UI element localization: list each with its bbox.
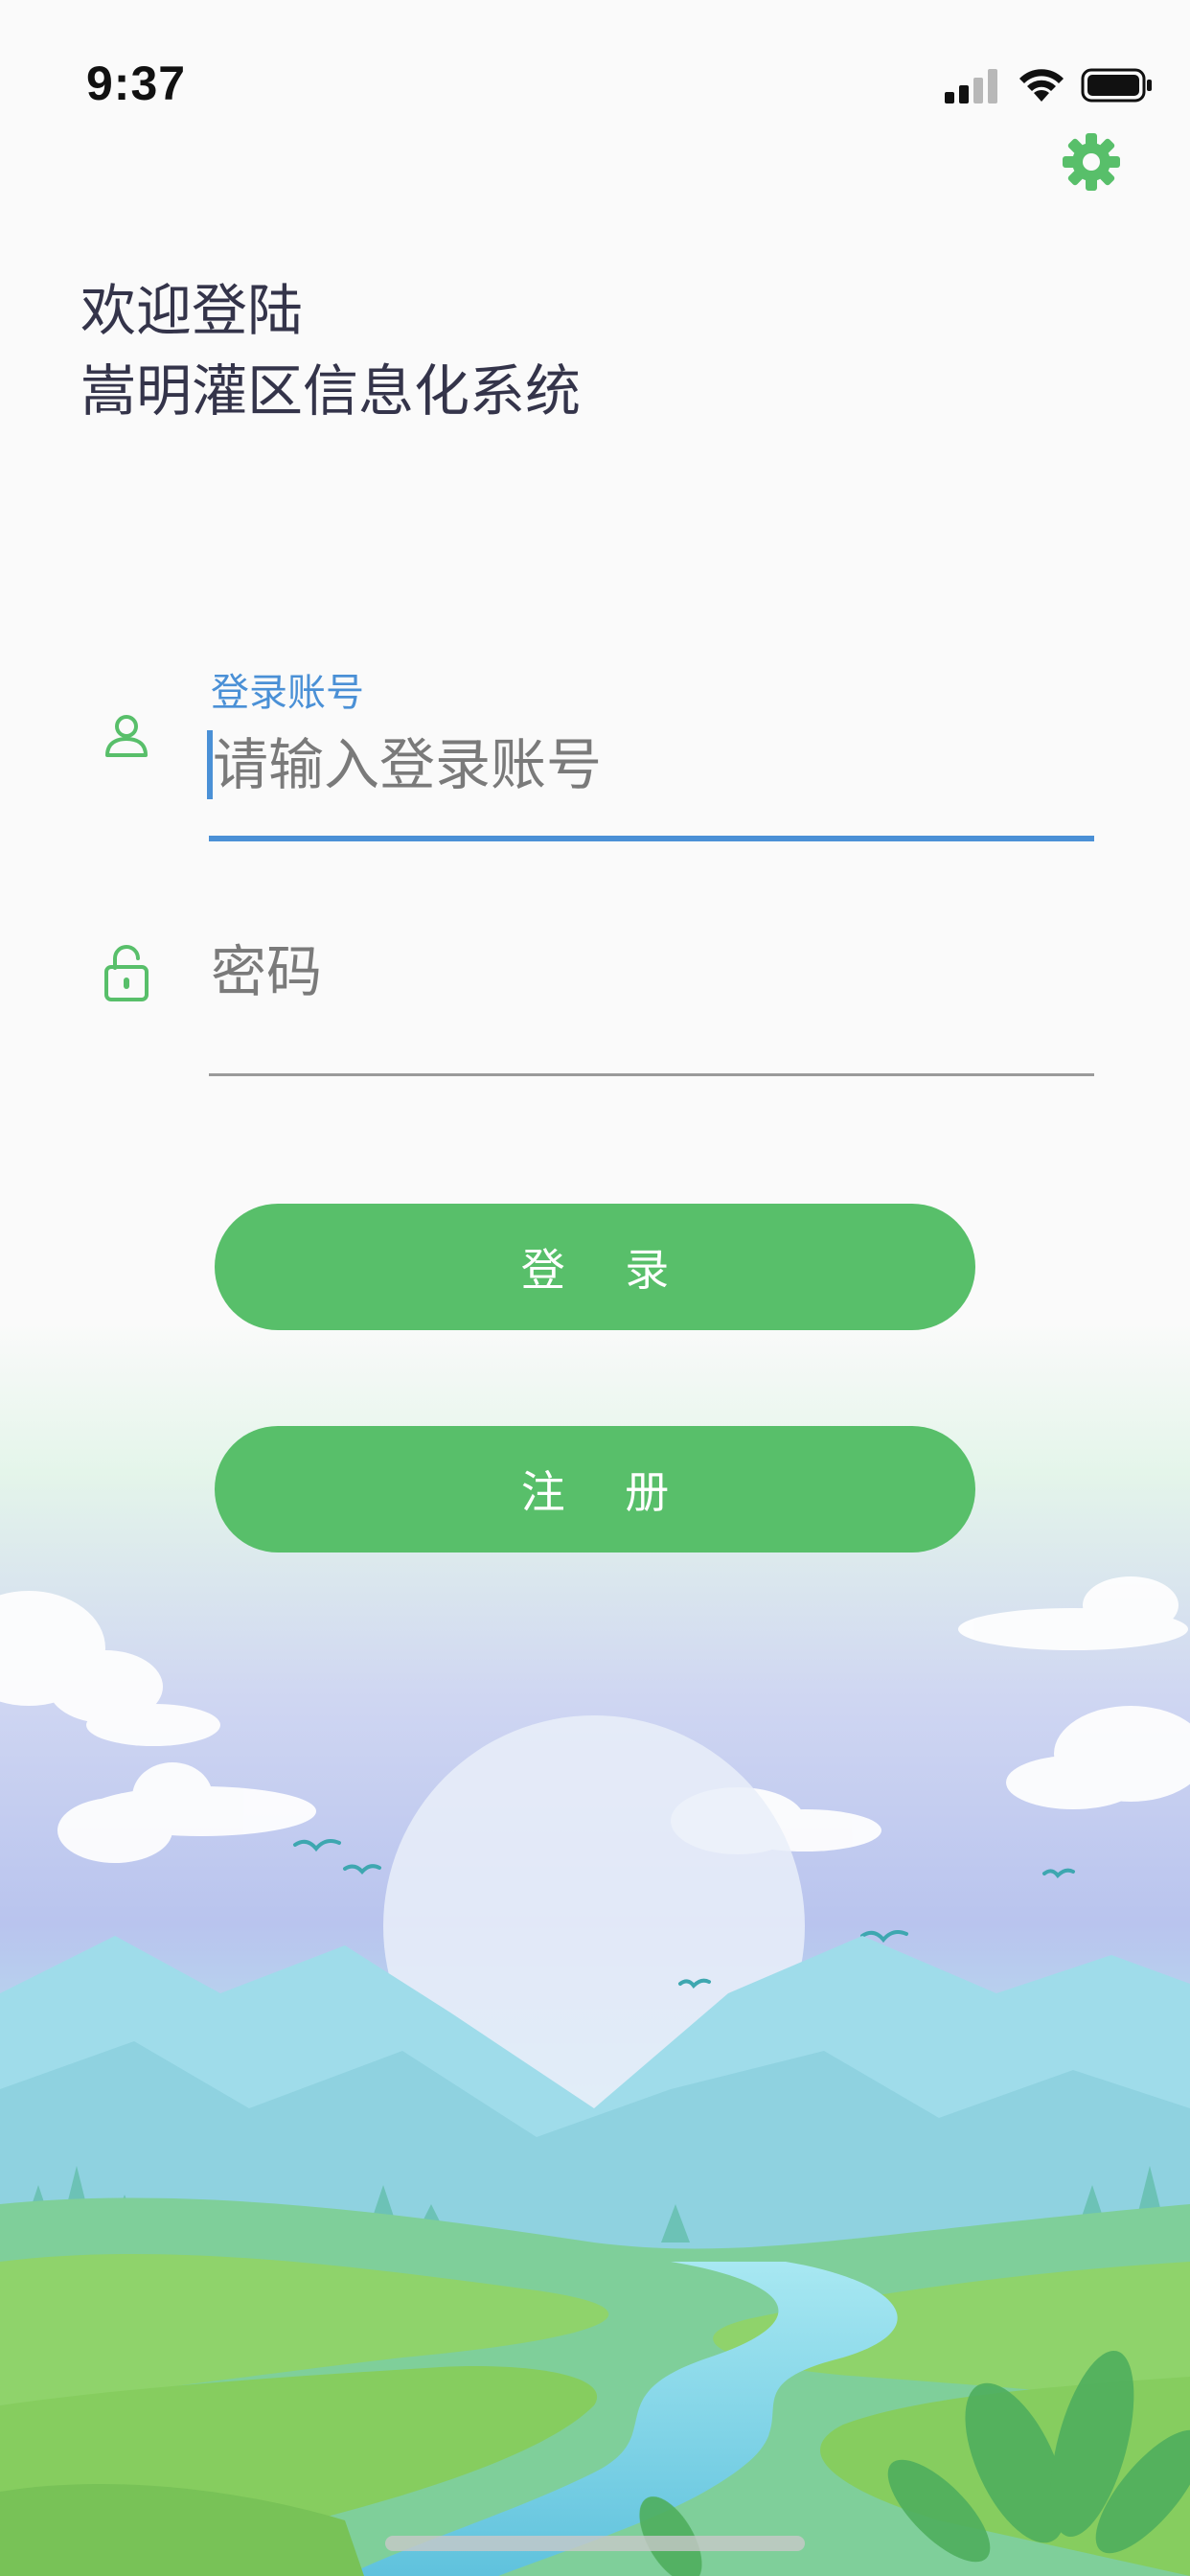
password-input[interactable] (209, 928, 1092, 1016)
welcome-title: 欢迎登陆 嵩明灌区信息化系统 (80, 270, 581, 431)
text-caret (207, 730, 213, 799)
user-icon (105, 715, 148, 757)
status-time: 9:37 (86, 57, 187, 110)
login-screen: 9:37 欢迎登陆 嵩明灌区信息化系统 登录账号 请输入登录账号 登 录 注 册 (0, 0, 1190, 2576)
register-button[interactable]: 注 册 (215, 1426, 975, 1552)
app-name: 嵩明灌区信息化系统 (80, 358, 582, 424)
home-indicator[interactable] (385, 2536, 805, 2551)
wifi-icon (1019, 69, 1064, 102)
battery-icon (1081, 68, 1152, 103)
login-button[interactable]: 登 录 (215, 1204, 975, 1330)
signal-icon (945, 69, 997, 104)
lock-icon (104, 945, 149, 1001)
account-input[interactable] (209, 721, 1094, 809)
password-underline (209, 1073, 1094, 1076)
account-underline (209, 836, 1094, 841)
welcome-line-1: 欢迎登陆 (80, 278, 304, 343)
account-label: 登录账号 (211, 671, 364, 715)
gear-icon[interactable] (1062, 132, 1121, 192)
